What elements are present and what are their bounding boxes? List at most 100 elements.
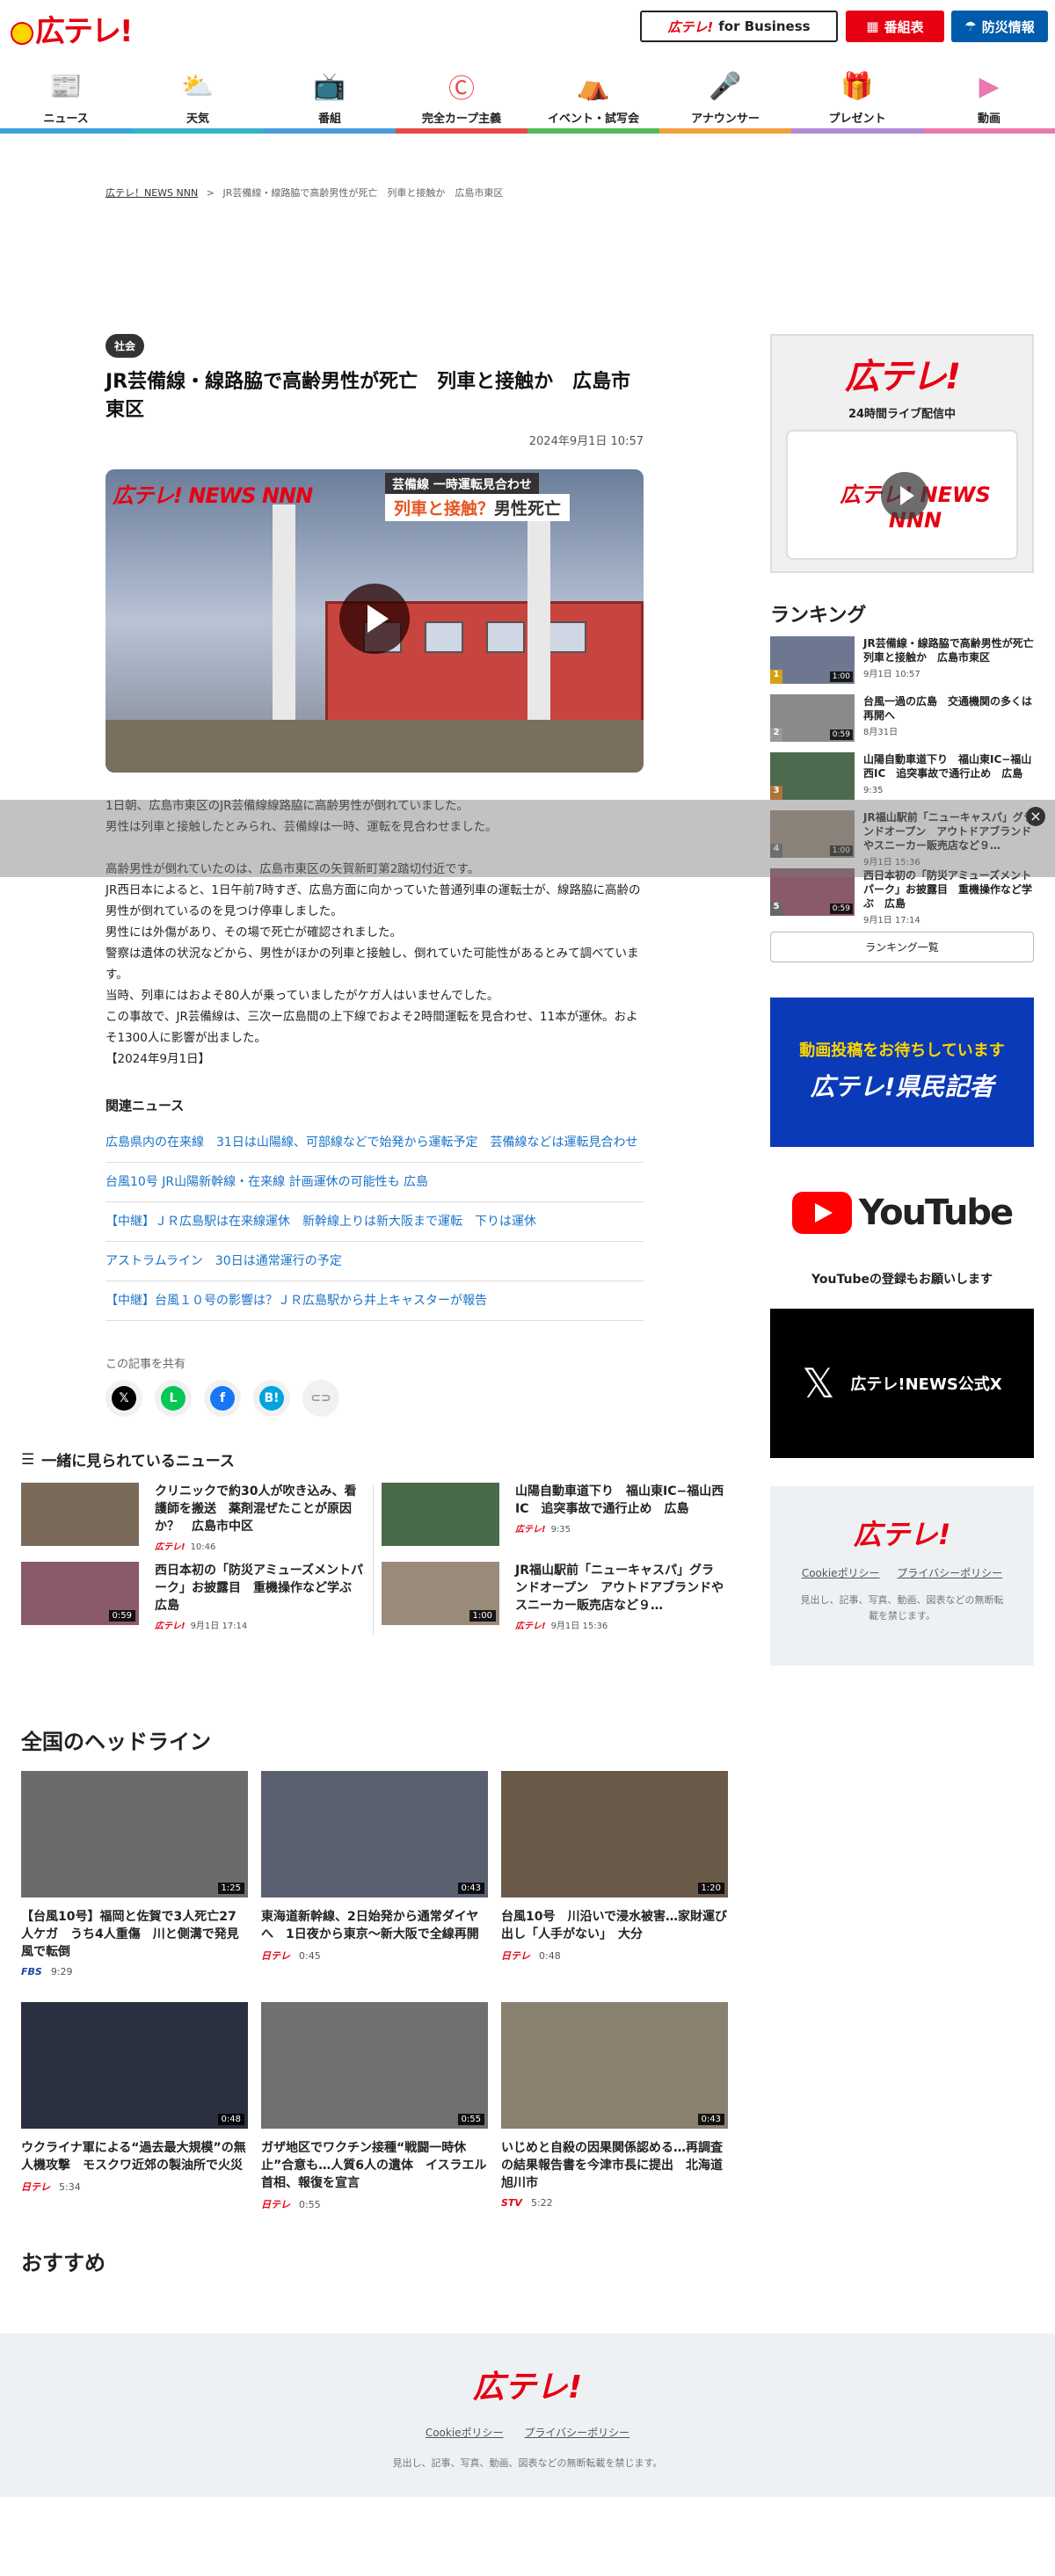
- related-news-link[interactable]: 台風10号 JR山陽新幹線・在来線 計画運休の可能性も 広島: [106, 1163, 644, 1202]
- play-icon[interactable]: [339, 584, 410, 654]
- national-item[interactable]: 1:25 【台風10号】福岡と佐賀で3人死亡27人ケガ うち4人重傷 川と側溝で発…: [21, 1771, 251, 1977]
- national-item[interactable]: 0:43 いじめと自殺の因果関係認める…再調査の結果報告書を今津市長に提出 北海道…: [501, 2002, 728, 2211]
- national-item[interactable]: 0:55 ガザ地区でワクチン接種“戦闘一時休止”合意も…人質6人の遺体 イスラエル…: [261, 2002, 488, 2211]
- breadcrumb-home-link[interactable]: 広テレ！NEWS NNN: [106, 187, 198, 199]
- facebook-share-button[interactable]: f: [204, 1380, 241, 1417]
- disaster-info-button[interactable]: ☂ 防災情報: [951, 11, 1048, 42]
- duration-badge: 1:20: [697, 1883, 724, 1894]
- nav-item-label: 番組: [317, 112, 341, 126]
- divider: [373, 1485, 374, 1635]
- article-paragraph: 警察は遺体の状況などから、男性がほかの列車と接触し、倒れていた可能性があるとみて…: [106, 947, 639, 982]
- national-thumbnail: 0:55: [261, 2002, 488, 2129]
- popular-item[interactable]: 山陽自動車道下り 福山東IC−福山西IC 追突事故で通行止め 広島 広テレ! 9:3…: [382, 1483, 724, 1549]
- program-guide-button[interactable]: ▦ 番組表: [846, 11, 944, 42]
- related-news-link[interactable]: 広島県内の在来線 31日は山陽線、可部線などで始発から運転予定 芸備線などは運転…: [106, 1123, 644, 1163]
- popular-time: 10:46: [190, 1542, 216, 1552]
- ranking-thumbnail: 1 1:00: [770, 636, 855, 684]
- tv-icon: 📺: [313, 70, 346, 102]
- youtube-banner[interactable]: YouTube: [770, 1173, 1034, 1252]
- popular-text: 山陽自動車道下り 福山東IC−福山西IC 追突事故で通行止め 広島 広テレ! 9:3…: [515, 1483, 724, 1549]
- article-title: JR芸備線・線路脇で高齢男性が死亡 列車と接触か 広島市東区: [106, 371, 631, 421]
- popular-item[interactable]: 1:00 JR福山駅前「ニューキャスパ」グランドオープン アウトドアブランドやスニ…: [382, 1562, 724, 1631]
- link-copy-button[interactable]: ⊂⊃: [302, 1380, 339, 1417]
- x-share-icon: 𝕏: [112, 1386, 136, 1411]
- line-share-button[interactable]: L: [155, 1380, 192, 1417]
- popular-meta: 広テレ! 9月1日 17:14: [155, 1618, 364, 1636]
- national-thumbnail: 0:48: [21, 2002, 248, 2129]
- cookie-policy-link[interactable]: Cookieポリシー: [426, 2427, 504, 2439]
- national-thumbnail: 0:43: [261, 1771, 488, 1898]
- national-meta: 日テレ 0:55: [261, 2197, 488, 2211]
- national-title: 台風10号 川沿いで浸水被害…家財運び出し「人手がない」 大分: [501, 1910, 728, 1941]
- ranking-item[interactable]: 1 1:00 JR芸備線・線路脇で高齢男性が死亡 列車と接触か 広島市東区 9月1日 …: [770, 636, 1044, 694]
- popular-meta: 広テレ! 9:35: [515, 1521, 724, 1539]
- nav-item[interactable]: 📰 ニュース: [0, 60, 132, 134]
- related-news-link[interactable]: アストラムライン 30日は通常運行の予定: [106, 1242, 644, 1281]
- global-nav: 📰 ニュース ⛅ 天気 📺 番組 Ⓒ 完全カープ主義 ⛺ イベント・試写会 🎤 アナウンサー 🎁 プレゼン…: [0, 60, 1055, 134]
- related-news-link[interactable]: 【中継】ＪＲ広島駅は在来線運休 新幹線上りは新大阪まで運転 下りは運休: [106, 1202, 644, 1242]
- ranking-item[interactable]: 2 0:59 台風一過の広島 交通機関の多くは再開へ 8月31日: [770, 694, 1034, 752]
- copyright-text: 見出し、記事、写真、動画、図表などの無断転載を禁じます。: [800, 1594, 1004, 1622]
- breadcrumb: 広テレ！NEWS NNN > JR芸備線・線路脇で高齢男性が死亡 列車と接触か …: [106, 187, 504, 199]
- national-item[interactable]: 1:20 台風10号 川沿いで浸水被害…家財運び出し「人手がない」 大分 日テレ 0:…: [501, 1771, 728, 1977]
- popular-item[interactable]: クリニックで約30人が吹き込み、看護師を搬送 薬剤混ぜたことが原因か？ 広島市中…: [21, 1483, 364, 1552]
- ranking-title: JR芸備線・線路脇で高齢男性が死亡 列車と接触か 広島市東区: [863, 637, 1044, 664]
- national-time: 9:29: [50, 1966, 73, 1977]
- national-title: 東海道新幹線、2日始発から通常ダイヤへ 1日夜から東京〜新大阪で全線再開: [261, 1910, 479, 1941]
- duration-badge: 0:59: [108, 1610, 135, 1622]
- ranking-list: 1 1:00 JR芸備線・線路脇で高齢男性が死亡 列車と接触か 広島市東区 9月1日 …: [770, 636, 1044, 926]
- article-date: 2024年9月1日 10:57: [528, 435, 644, 448]
- live-logo: 広テレ!: [844, 357, 961, 397]
- popular-title: クリニックで約30人が吹き込み、看護師を搬送 薬剤混ぜたことが原因か？ 広島市中…: [155, 1484, 357, 1534]
- x-share-button[interactable]: 𝕏: [106, 1380, 142, 1417]
- hatena-share-button[interactable]: B!: [253, 1380, 290, 1417]
- live-stream-box[interactable]: 広テレ! 24時間ライブ配信中 広テレ! NEWS NNN: [770, 334, 1034, 573]
- privacy-policy-link[interactable]: プライバシーポリシー: [524, 2427, 629, 2439]
- nav-item[interactable]: ⛅ 天気: [132, 60, 264, 134]
- nav-item-label: 完全カープ主義: [421, 112, 502, 126]
- national-item[interactable]: 0:48 ウクライナ軍による“過去最大規模”の無人機攻撃 モスクワ近郊の製油所で火…: [21, 2002, 248, 2211]
- weather-icon: ⛅: [181, 70, 215, 102]
- national-title: ウクライナ軍による“過去最大規模”の無人機攻撃 モスクワ近郊の製油所で火災: [21, 2141, 246, 2173]
- nav-color-bar: [132, 128, 264, 134]
- national-item[interactable]: 0:43 東海道新幹線、2日始発から通常ダイヤへ 1日夜から東京〜新大阪で全線再開…: [261, 1771, 488, 1977]
- nav-item[interactable]: Ⓒ 完全カープ主義: [396, 60, 528, 134]
- related-news-link[interactable]: 【中継】台風１０号の影響は？ＪＲ広島駅から井上キャスターが報告: [106, 1281, 644, 1321]
- site-logo[interactable]: 広テレ!: [11, 7, 134, 50]
- nav-color-bar: [264, 128, 396, 134]
- source-logo: 日テレ: [261, 1950, 290, 1962]
- close-icon[interactable]: ×: [1026, 807, 1045, 826]
- nav-item[interactable]: ⛺ イベント・試写会: [528, 60, 659, 134]
- reporter-banner[interactable]: 動画投稿をお待ちしています 広テレ!県民記者: [770, 998, 1034, 1147]
- ranking-all-button[interactable]: ランキング一覧: [770, 932, 1034, 962]
- overlay-ad-strip[interactable]: [0, 800, 1055, 877]
- live-thumbnail[interactable]: 広テレ! NEWS NNN: [786, 430, 1018, 560]
- national-time: 0:45: [299, 1950, 321, 1962]
- popular-thumbnail: [382, 1483, 499, 1546]
- popular-thumbnail: [21, 1483, 139, 1546]
- play-icon[interactable]: [881, 472, 928, 519]
- cookie-policy-link[interactable]: Cookieポリシー: [802, 1567, 880, 1579]
- nav-item[interactable]: 🎤 アナウンサー: [659, 60, 791, 134]
- source-logo: 広テレ!: [155, 1622, 186, 1631]
- copyright-text: 見出し、記事、写真、動画、図表などの無断転載を禁じます。: [392, 2457, 663, 2469]
- popular-item[interactable]: 0:59 西日本初の「防災アミューズメントパーク」お披露目 重機操作など学ぶ 広島…: [21, 1562, 364, 1631]
- ranking-text: 台風一過の広島 交通機関の多くは再開へ 8月31日: [863, 694, 1034, 752]
- source-logo: FBS: [21, 1966, 42, 1977]
- privacy-policy-link[interactable]: プライバシーポリシー: [897, 1567, 1002, 1579]
- nav-color-bar: [396, 128, 528, 134]
- chick-mascot-icon: [11, 22, 33, 45]
- national-title: いじめと自殺の因果関係認める…再調査の結果報告書を今津市長に提出 北海道旭川市: [501, 2141, 723, 2190]
- live-status: 24時間ライブ配信中: [848, 408, 957, 421]
- duration-badge: 0:43: [457, 1883, 484, 1894]
- category-tag[interactable]: 社会: [106, 334, 145, 358]
- for-business-button[interactable]: 広テレ! for Business: [640, 11, 838, 42]
- national-meta: FBS 9:29: [21, 1966, 248, 1977]
- x-official-banner[interactable]: 𝕏 広テレ!NEWS公式X: [770, 1309, 1034, 1458]
- article-video-player[interactable]: 広テレ! NEWS NNN 芸備線 一時運転見合わせ 列車と接触？男性死亡: [106, 469, 644, 773]
- nav-item[interactable]: 🎁 プレゼント: [791, 60, 923, 134]
- nav-item[interactable]: 📺 番組: [264, 60, 396, 134]
- video-caption-top: 芸備線 一時運転見合わせ: [385, 473, 539, 496]
- nav-color-bar: [923, 128, 1055, 134]
- nav-item[interactable]: ▶ 動画: [923, 60, 1055, 134]
